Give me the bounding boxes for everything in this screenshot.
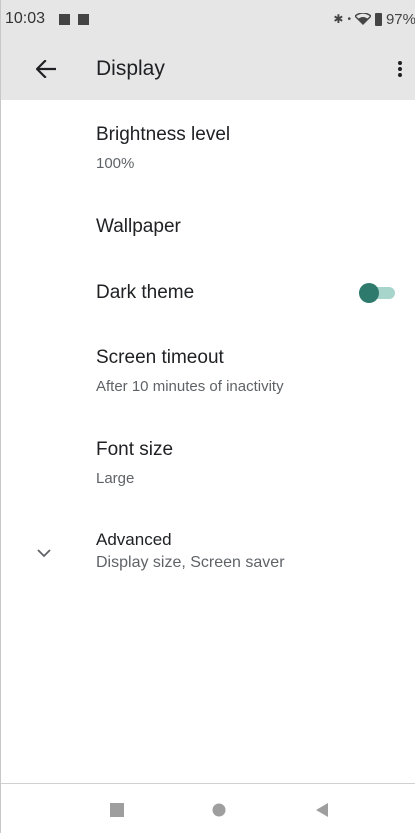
battery-icon bbox=[374, 12, 382, 26]
setting-advanced[interactable]: Advanced Display size, Screen saver bbox=[1, 516, 415, 586]
home-button[interactable] bbox=[209, 800, 229, 820]
setting-title: Font size bbox=[96, 439, 174, 460]
status-time: 10:03 bbox=[5, 10, 46, 27]
notification-icon bbox=[78, 13, 90, 25]
triangle-icon bbox=[316, 803, 328, 817]
setting-title: Brightness level bbox=[96, 124, 231, 145]
battery-percent: 97% bbox=[385, 10, 415, 28]
setting-font-size[interactable]: Font size Large bbox=[1, 418, 415, 508]
more-vert-icon bbox=[398, 61, 402, 77]
arrow-left-icon bbox=[36, 60, 56, 78]
bluetooth-icon: ✱ bbox=[333, 12, 344, 26]
dark-theme-toggle[interactable] bbox=[359, 283, 397, 303]
wifi-icon bbox=[354, 13, 371, 25]
notification-icon bbox=[59, 13, 71, 25]
setting-screen-timeout[interactable]: Screen timeout After 10 minutes of inact… bbox=[1, 326, 415, 416]
toggle-thumb bbox=[359, 283, 379, 303]
setting-title: Screen timeout bbox=[96, 347, 224, 368]
setting-title: Advanced bbox=[96, 530, 172, 549]
app-bar: Display bbox=[1, 38, 415, 100]
setting-summary: 100% bbox=[96, 155, 135, 172]
setting-wallpaper[interactable]: Wallpaper bbox=[1, 193, 415, 259]
back-button[interactable] bbox=[29, 52, 63, 86]
navigation-bar bbox=[1, 783, 415, 834]
phone-screen: 10:03 ✱ • 97% Display Brightness level 1… bbox=[0, 0, 415, 834]
page-title: Display bbox=[96, 57, 165, 80]
status-icons: ✱ • 97% bbox=[333, 0, 415, 38]
nav-back-button[interactable] bbox=[312, 800, 332, 820]
overflow-menu-button[interactable] bbox=[388, 52, 412, 86]
setting-title: Dark theme bbox=[96, 282, 195, 303]
setting-title: Wallpaper bbox=[96, 216, 181, 237]
setting-summary: Large bbox=[96, 470, 135, 487]
status-bar: 10:03 ✱ • 97% bbox=[1, 0, 415, 38]
setting-dark-theme[interactable]: Dark theme bbox=[1, 259, 415, 325]
recents-button[interactable] bbox=[107, 800, 127, 820]
chevron-down-icon bbox=[37, 549, 51, 558]
data-activity-icon: • bbox=[347, 13, 351, 25]
setting-summary: After 10 minutes of inactivity bbox=[96, 378, 284, 395]
circle-icon bbox=[212, 803, 226, 817]
setting-brightness-level[interactable]: Brightness level 100% bbox=[1, 108, 415, 190]
setting-summary: Display size, Screen saver bbox=[96, 554, 285, 571]
square-icon bbox=[110, 803, 124, 817]
